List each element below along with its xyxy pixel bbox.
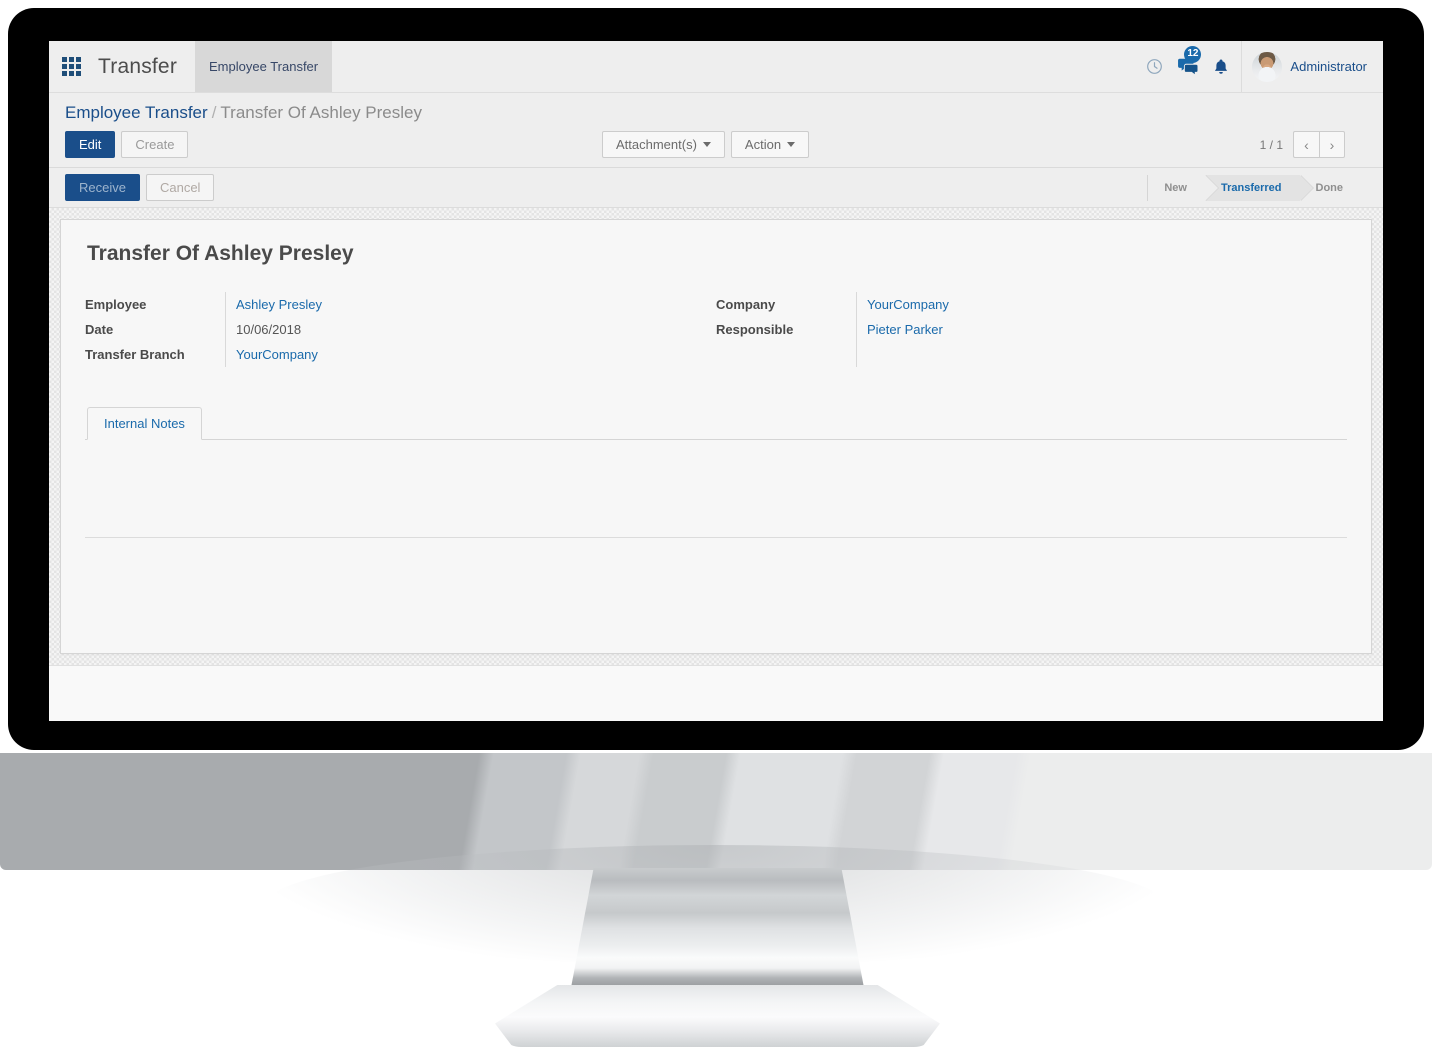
- notification-bell-icon: [1215, 58, 1228, 74]
- breadcrumb-separator: /: [211, 103, 217, 122]
- field-label-responsible: Responsible: [716, 322, 794, 337]
- field-value-transfer-branch: YourCompany: [236, 342, 716, 367]
- company-link[interactable]: YourCompany: [867, 297, 949, 312]
- field-value-employee: Ashley Presley: [236, 292, 716, 317]
- notebook-tabs: Internal Notes: [85, 407, 1347, 440]
- field-value-company: YourCompany: [867, 292, 1347, 317]
- cancel-button[interactable]: Cancel: [145, 174, 215, 201]
- notebook: Internal Notes: [85, 407, 1347, 637]
- employee-link[interactable]: Ashley Presley: [236, 297, 322, 312]
- left-labels: Employee Date Transfer Branch: [85, 292, 225, 367]
- breadcrumb-parent-link[interactable]: Employee Transfer: [65, 103, 208, 122]
- avatar: [1252, 51, 1283, 82]
- notes-divider: [85, 537, 1347, 538]
- activities-clock-button[interactable]: [1146, 58, 1163, 75]
- right-labels: Company Responsible: [716, 292, 856, 367]
- pager-next-button[interactable]: ›: [1319, 131, 1345, 158]
- pager: ‹ ›: [1293, 131, 1345, 158]
- action-dropdown[interactable]: Action: [730, 131, 810, 158]
- field-label-employee: Employee: [85, 297, 147, 312]
- form-grid: Employee Date Transfer Branch Ashley Pre…: [85, 292, 1347, 367]
- user-name: Administrator: [1290, 59, 1367, 74]
- control-panel: Edit Create Attachment(s) Action 1 / 1 ‹…: [49, 123, 1383, 168]
- attachments-label: Attachment(s): [616, 137, 697, 152]
- control-panel-dropdowns: Attachment(s) Action: [602, 131, 810, 158]
- field-value-responsible: Pieter Parker: [867, 317, 1347, 342]
- breadcrumb: Employee Transfer / Transfer Of Ashley Pre…: [65, 103, 1367, 123]
- notifications-button[interactable]: [1213, 58, 1229, 76]
- field-label-transfer-branch: Transfer Branch: [85, 347, 185, 362]
- tab-panel-internal-notes[interactable]: [85, 537, 1347, 637]
- create-button[interactable]: Create: [121, 131, 189, 158]
- page-background-filler: [49, 666, 1383, 721]
- receive-button[interactable]: Receive: [65, 174, 140, 201]
- field-label-date: Date: [85, 322, 114, 337]
- monitor-mockup: Transfer Employee Transfer 12 Administra…: [0, 0, 1432, 1047]
- workflow-buttons: Receive Cancel: [65, 174, 215, 201]
- form-column-right: Company Responsible YourCompany Pieter P…: [716, 292, 1347, 367]
- status-step-new[interactable]: New: [1148, 174, 1219, 201]
- breadcrumb-bar: Employee Transfer / Transfer Of Ashley Pre…: [49, 93, 1383, 123]
- field-value-date: 10/06/2018: [236, 322, 302, 337]
- top-navbar: Transfer Employee Transfer 12 Administra…: [49, 41, 1383, 93]
- left-values: Ashley Presley 10/06/2018 YourCompany: [225, 292, 716, 367]
- systray: 12: [1146, 41, 1235, 92]
- menu-item-employee-transfer[interactable]: Employee Transfer: [195, 41, 333, 92]
- apps-menu-button[interactable]: [49, 41, 94, 92]
- messages-button[interactable]: 12: [1177, 46, 1202, 76]
- responsible-link[interactable]: Pieter Parker: [867, 322, 943, 337]
- chevron-down-icon: [702, 142, 711, 147]
- app-title: Transfer: [98, 54, 178, 78]
- form-sheet: Transfer Of Ashley Presley Employee Date…: [60, 219, 1372, 654]
- pager-count: 1 / 1: [1259, 137, 1283, 152]
- status-step-transferred[interactable]: Transferred: [1204, 174, 1313, 201]
- page-title: Transfer Of Ashley Presley: [87, 242, 354, 265]
- chevron-down-icon: [787, 142, 796, 147]
- status-bar: New Transferred Done: [1147, 174, 1361, 201]
- right-values: YourCompany Pieter Parker: [856, 292, 1347, 367]
- apps-grid-icon: [62, 57, 81, 76]
- user-menu[interactable]: Administrator: [1241, 41, 1383, 92]
- transfer-branch-link[interactable]: YourCompany: [236, 347, 318, 362]
- clock-icon: [1147, 59, 1163, 74]
- field-label-company: Company: [716, 297, 776, 312]
- status-line: Receive Cancel New Transferred Done: [49, 168, 1383, 208]
- attachments-dropdown[interactable]: Attachment(s): [602, 131, 725, 158]
- monitor-stand-base: [495, 985, 940, 1047]
- action-label: Action: [744, 137, 782, 152]
- tab-internal-notes[interactable]: Internal Notes: [87, 407, 202, 440]
- pager-previous-button[interactable]: ‹: [1293, 131, 1319, 158]
- sheet-background: Transfer Of Ashley Presley Employee Date…: [49, 208, 1383, 666]
- breadcrumb-current: Transfer Of Ashley Presley: [220, 103, 422, 122]
- form-column-left: Employee Date Transfer Branch Ashley Pre…: [85, 292, 716, 367]
- screen-viewport: Transfer Employee Transfer 12 Administra…: [49, 41, 1383, 721]
- edit-button[interactable]: Edit: [65, 131, 116, 158]
- monitor-stand-neck: [570, 868, 865, 993]
- pager-area: 1 / 1 ‹ ›: [1260, 131, 1345, 158]
